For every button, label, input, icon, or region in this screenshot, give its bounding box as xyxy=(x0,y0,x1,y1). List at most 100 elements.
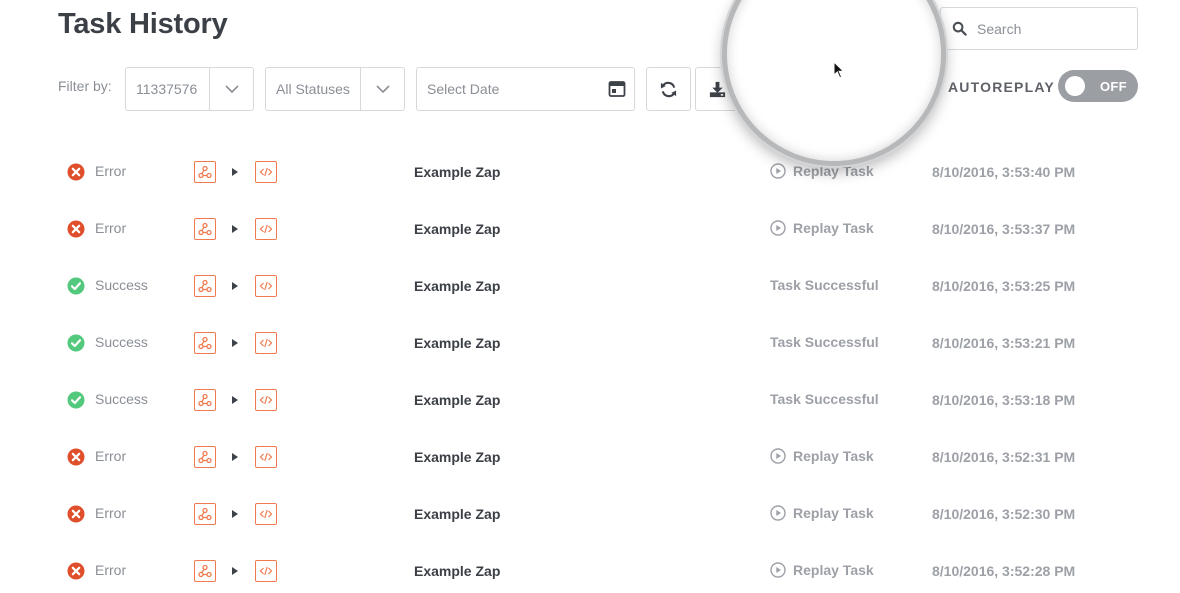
task-timestamp: 8/10/2016, 3:53:21 PM xyxy=(932,335,1076,351)
trigger-app-icon xyxy=(194,275,216,297)
task-timestamp: 8/10/2016, 3:53:40 PM xyxy=(932,164,1076,180)
download-icon xyxy=(709,81,726,97)
task-row[interactable]: Error Example Zap Replay Task 8/10/2016, 3:… xyxy=(0,485,1180,542)
success-check-icon xyxy=(67,277,85,295)
status-label: Success xyxy=(95,334,148,350)
toggle-state: OFF xyxy=(1100,78,1127,94)
action-app-icon xyxy=(255,446,277,468)
status-label: Error xyxy=(95,448,127,464)
zap-filter-select[interactable]: 11337576 xyxy=(125,67,254,111)
action-app-icon xyxy=(255,218,277,240)
status-label: Error xyxy=(95,505,127,521)
error-icon xyxy=(67,448,85,466)
calendar-icon xyxy=(608,81,626,97)
step-arrow-icon xyxy=(232,453,238,461)
play-circle-icon xyxy=(770,562,786,578)
status-label: Success xyxy=(95,277,148,293)
mouse-cursor-icon xyxy=(833,61,845,79)
code-icon xyxy=(259,338,273,348)
chevron-down-icon xyxy=(375,85,390,94)
task-result-label: Task Successful xyxy=(770,391,879,407)
task-timestamp: 8/10/2016, 3:52:28 PM xyxy=(932,563,1076,579)
replay-task-button[interactable]: Replay Task xyxy=(770,448,874,464)
refresh-button[interactable] xyxy=(646,67,691,111)
task-row[interactable]: Success Example Zap Task Successful 8/10/20… xyxy=(0,257,1180,314)
status-filter-select[interactable]: All Statuses xyxy=(265,67,405,111)
play-circle-icon xyxy=(770,163,786,179)
replay-task-label: Replay Task xyxy=(793,448,874,464)
replay-task-button[interactable]: Replay Task xyxy=(770,562,874,578)
webhook-icon xyxy=(198,450,212,464)
step-arrow-icon xyxy=(232,339,238,347)
error-icon xyxy=(67,220,85,238)
zap-name[interactable]: Example Zap xyxy=(414,506,500,522)
task-row[interactable]: Error Example Zap Replay Task 8/10/2016, 3:… xyxy=(0,143,1180,200)
trigger-app-icon xyxy=(194,446,216,468)
status-label: Error xyxy=(95,163,127,179)
task-row[interactable]: Error Example Zap Replay Task 8/10/2016, 3:… xyxy=(0,200,1180,257)
step-arrow-icon xyxy=(232,282,238,290)
search-box[interactable] xyxy=(940,7,1138,50)
replay-task-button[interactable]: Replay Task xyxy=(770,505,874,521)
status-filter-dropdown[interactable] xyxy=(360,68,404,110)
page-title: Task History xyxy=(58,8,228,40)
trigger-app-icon xyxy=(194,161,216,183)
webhook-icon xyxy=(198,393,212,407)
zap-filter-value: 11337576 xyxy=(136,81,198,97)
status-filter-value: All Statuses xyxy=(276,81,350,97)
play-circle-icon xyxy=(770,448,786,464)
code-icon xyxy=(259,566,273,576)
refresh-icon xyxy=(660,81,677,97)
zap-name[interactable]: Example Zap xyxy=(414,164,500,180)
zap-filter-dropdown[interactable] xyxy=(209,68,253,110)
webhook-icon xyxy=(198,564,212,578)
step-arrow-icon xyxy=(232,396,238,404)
task-result-label: Task Successful xyxy=(770,277,879,293)
play-circle-icon xyxy=(770,220,786,236)
webhook-icon xyxy=(198,222,212,236)
zap-name[interactable]: Example Zap xyxy=(414,221,500,237)
success-check-icon xyxy=(67,391,85,409)
zap-name[interactable]: Example Zap xyxy=(414,563,500,579)
action-app-icon xyxy=(255,161,277,183)
play-circle-icon xyxy=(770,505,786,521)
task-row[interactable]: Error Example Zap Replay Task 8/10/2016, 3:… xyxy=(0,542,1180,593)
success-check-icon xyxy=(67,334,85,352)
autoreplay-toggle[interactable]: OFF xyxy=(1058,70,1138,102)
trigger-app-icon xyxy=(194,332,216,354)
action-app-icon xyxy=(255,332,277,354)
zap-name[interactable]: Example Zap xyxy=(414,392,500,408)
zap-name[interactable]: Example Zap xyxy=(414,278,500,294)
replay-task-label: Replay Task xyxy=(793,220,874,236)
step-arrow-icon xyxy=(232,168,238,176)
search-icon xyxy=(952,21,967,36)
trigger-app-icon xyxy=(194,218,216,240)
task-timestamp: 8/10/2016, 3:52:30 PM xyxy=(932,506,1076,522)
autoreplay-label: AUTOREPLAY xyxy=(948,79,1055,95)
webhook-icon xyxy=(198,507,212,521)
task-timestamp: 8/10/2016, 3:53:18 PM xyxy=(932,392,1076,408)
error-icon xyxy=(67,163,85,181)
step-arrow-icon xyxy=(232,567,238,575)
task-timestamp: 8/10/2016, 3:52:31 PM xyxy=(932,449,1076,465)
zap-name[interactable]: Example Zap xyxy=(414,335,500,351)
action-app-icon xyxy=(255,275,277,297)
search-input[interactable] xyxy=(977,20,1127,37)
code-icon xyxy=(259,281,273,291)
status-label: Error xyxy=(95,220,127,236)
chevron-down-icon xyxy=(224,85,239,94)
task-row[interactable]: Success Example Zap Task Successful 8/10/20… xyxy=(0,314,1180,371)
task-row[interactable]: Success Example Zap Task Successful 8/10/20… xyxy=(0,371,1180,428)
webhook-icon xyxy=(198,336,212,350)
action-app-icon xyxy=(255,389,277,411)
status-label: Error xyxy=(95,562,127,578)
action-app-icon xyxy=(255,503,277,525)
task-row[interactable]: Error Example Zap Replay Task 8/10/2016, 3:… xyxy=(0,428,1180,485)
zap-name[interactable]: Example Zap xyxy=(414,449,500,465)
filter-label: Filter by: xyxy=(58,78,112,94)
replay-task-button[interactable]: Replay Task xyxy=(770,220,874,236)
step-arrow-icon xyxy=(232,225,238,233)
date-filter[interactable]: Select Date xyxy=(416,67,635,111)
replay-task-label: Replay Task xyxy=(793,505,874,521)
trigger-app-icon xyxy=(194,560,216,582)
